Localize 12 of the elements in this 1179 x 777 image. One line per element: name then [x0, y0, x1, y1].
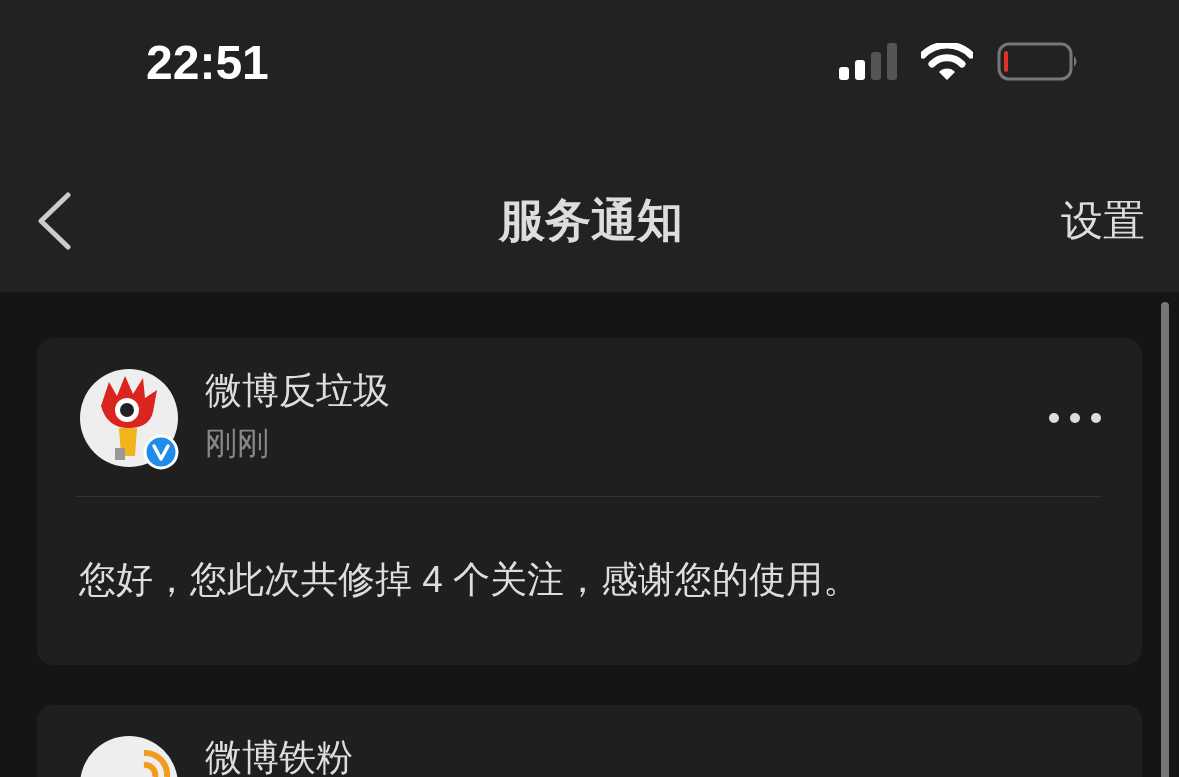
- more-icon[interactable]: [1048, 412, 1102, 424]
- signal-icon: [839, 43, 897, 81]
- sender-name: 微博铁粉: [205, 737, 354, 777]
- back-icon[interactable]: [36, 192, 72, 250]
- page-title: 服务通知: [498, 193, 683, 248]
- wifi-icon: [921, 43, 973, 81]
- eye-mascot-avatar-icon: [79, 368, 179, 468]
- notification-time: 刚刚: [205, 424, 270, 462]
- sender-name: 微博反垃圾: [205, 370, 391, 412]
- notification-message: 您好，您此次共修掉 4 个关注，感谢您的使用。: [79, 558, 862, 602]
- status-time: 22:51: [146, 34, 269, 90]
- settings-link[interactable]: 设置: [1061, 193, 1145, 249]
